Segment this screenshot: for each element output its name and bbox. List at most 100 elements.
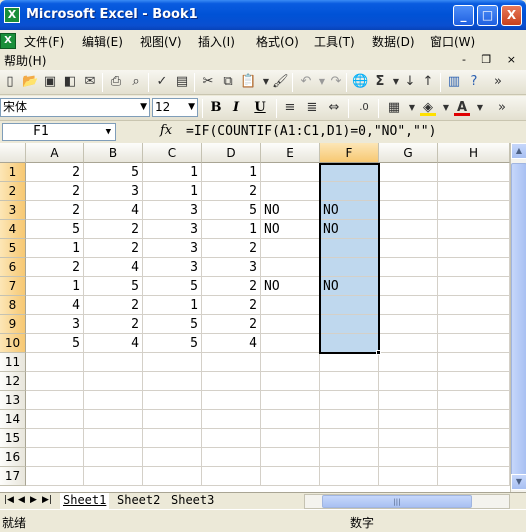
insert-function-icon[interactable]: fx — [160, 123, 172, 138]
cell-H15[interactable] — [438, 429, 510, 448]
column-header-H[interactable]: H — [438, 143, 510, 163]
row-header-15[interactable]: 15 — [0, 429, 26, 448]
horizontal-scrollbar[interactable]: ||| — [304, 494, 510, 509]
cell-E16[interactable] — [261, 448, 320, 467]
spelling-icon[interactable]: ✓ — [154, 74, 170, 90]
cell-B9[interactable]: 2 — [84, 315, 143, 334]
row-header-9[interactable]: 9 — [0, 315, 26, 334]
help-icon[interactable]: ? — [466, 74, 482, 90]
cell-B12[interactable] — [84, 372, 143, 391]
cell-H5[interactable] — [438, 239, 510, 258]
menu-data[interactable]: 数据(D) — [372, 33, 415, 51]
cell-G13[interactable] — [379, 391, 438, 410]
cell-C12[interactable] — [143, 372, 202, 391]
cell-G10[interactable] — [379, 334, 438, 353]
cell-H12[interactable] — [438, 372, 510, 391]
column-header-E[interactable]: E — [261, 143, 320, 163]
align-left-icon[interactable]: ≡ — [282, 100, 298, 116]
cell-G15[interactable] — [379, 429, 438, 448]
cell-C13[interactable] — [143, 391, 202, 410]
cell-E9[interactable] — [261, 315, 320, 334]
cell-F8[interactable] — [320, 296, 379, 315]
cell-C14[interactable] — [143, 410, 202, 429]
cell-F11[interactable] — [320, 353, 379, 372]
cell-E8[interactable] — [261, 296, 320, 315]
select-all-corner[interactable] — [0, 143, 26, 163]
open-icon[interactable]: 📂 — [22, 74, 38, 90]
cell-F9[interactable] — [320, 315, 379, 334]
menu-help[interactable]: 帮助(H) — [4, 52, 46, 70]
merge-center-icon[interactable]: ⇔ — [326, 100, 342, 116]
cell-H11[interactable] — [438, 353, 510, 372]
close-button[interactable]: X — [501, 5, 522, 26]
cell-D5[interactable]: 2 — [202, 239, 261, 258]
column-header-D[interactable]: D — [202, 143, 261, 163]
cell-A5[interactable]: 1 — [26, 239, 84, 258]
menu-window[interactable]: 窗口(W) — [430, 33, 475, 51]
cell-B14[interactable] — [84, 410, 143, 429]
cell-A6[interactable]: 2 — [26, 258, 84, 277]
cell-H3[interactable] — [438, 201, 510, 220]
cell-B7[interactable]: 5 — [84, 277, 143, 296]
cell-F13[interactable] — [320, 391, 379, 410]
cell-D16[interactable] — [202, 448, 261, 467]
mdi-window-controls[interactable]: - ❐ × — [462, 53, 522, 66]
cell-F1[interactable] — [320, 163, 379, 182]
row-header-12[interactable]: 12 — [0, 372, 26, 391]
next-sheet-icon[interactable]: ▶ — [30, 495, 37, 505]
new-icon[interactable]: ▯ — [2, 74, 18, 90]
save-icon[interactable]: ▣ — [42, 74, 58, 90]
cell-G1[interactable] — [379, 163, 438, 182]
cell-A17[interactable] — [26, 467, 84, 486]
toolbar-options-icon[interactable]: » — [490, 74, 506, 90]
cell-F6[interactable] — [320, 258, 379, 277]
first-sheet-icon[interactable]: |◀ — [4, 495, 14, 505]
row-header-1[interactable]: 1 — [0, 163, 26, 182]
workbook-icon[interactable]: X — [0, 33, 16, 49]
cell-D2[interactable]: 2 — [202, 182, 261, 201]
cell-C3[interactable]: 3 — [143, 201, 202, 220]
row-header-11[interactable]: 11 — [0, 353, 26, 372]
cell-C9[interactable]: 5 — [143, 315, 202, 334]
cell-F3[interactable]: NO — [320, 201, 379, 220]
cell-G14[interactable] — [379, 410, 438, 429]
cell-B17[interactable] — [84, 467, 143, 486]
worksheet-grid[interactable]: A B C D E F G H 1 2 5 1 1 2 2 3 1 2 3 2 4 3 5 NO NO 4 5 2 3 1 NO NO 5 1 2 3… — [0, 143, 510, 492]
fill-handle[interactable] — [376, 350, 381, 355]
scroll-down-icon[interactable]: ▼ — [511, 474, 526, 490]
cell-A9[interactable]: 3 — [26, 315, 84, 334]
cell-E5[interactable] — [261, 239, 320, 258]
cell-C11[interactable] — [143, 353, 202, 372]
borders-dropdown-icon[interactable]: ▼ — [404, 100, 420, 116]
cell-D11[interactable] — [202, 353, 261, 372]
row-header-16[interactable]: 16 — [0, 448, 26, 467]
font-color-dropdown-icon[interactable]: ▼ — [472, 100, 488, 116]
row-header-6[interactable]: 6 — [0, 258, 26, 277]
undo-icon[interactable]: ↶ — [298, 74, 314, 90]
cell-B8[interactable]: 2 — [84, 296, 143, 315]
cell-D10[interactable]: 4 — [202, 334, 261, 353]
cell-C5[interactable]: 3 — [143, 239, 202, 258]
cell-D13[interactable] — [202, 391, 261, 410]
cell-E11[interactable] — [261, 353, 320, 372]
row-header-13[interactable]: 13 — [0, 391, 26, 410]
cell-F14[interactable] — [320, 410, 379, 429]
row-header-7[interactable]: 7 — [0, 277, 26, 296]
cell-A12[interactable] — [26, 372, 84, 391]
fill-color-icon[interactable]: ◈ — [420, 100, 436, 116]
cell-F5[interactable] — [320, 239, 379, 258]
column-header-C[interactable]: C — [143, 143, 202, 163]
cell-E17[interactable] — [261, 467, 320, 486]
bold-button[interactable]: B — [208, 100, 224, 116]
copy-icon[interactable]: ⧉ — [220, 74, 236, 90]
fill-color-dropdown-icon[interactable]: ▼ — [438, 100, 454, 116]
cell-H14[interactable] — [438, 410, 510, 429]
maximize-button[interactable]: □ — [477, 5, 498, 26]
menu-edit[interactable]: 编辑(E) — [82, 33, 123, 51]
cell-D14[interactable] — [202, 410, 261, 429]
chart-wizard-icon[interactable]: ▥ — [446, 74, 462, 90]
cell-F16[interactable] — [320, 448, 379, 467]
row-header-5[interactable]: 5 — [0, 239, 26, 258]
sort-ascending-icon[interactable]: ↓ — [402, 74, 418, 90]
excel-app-icon[interactable]: X — [4, 7, 20, 23]
